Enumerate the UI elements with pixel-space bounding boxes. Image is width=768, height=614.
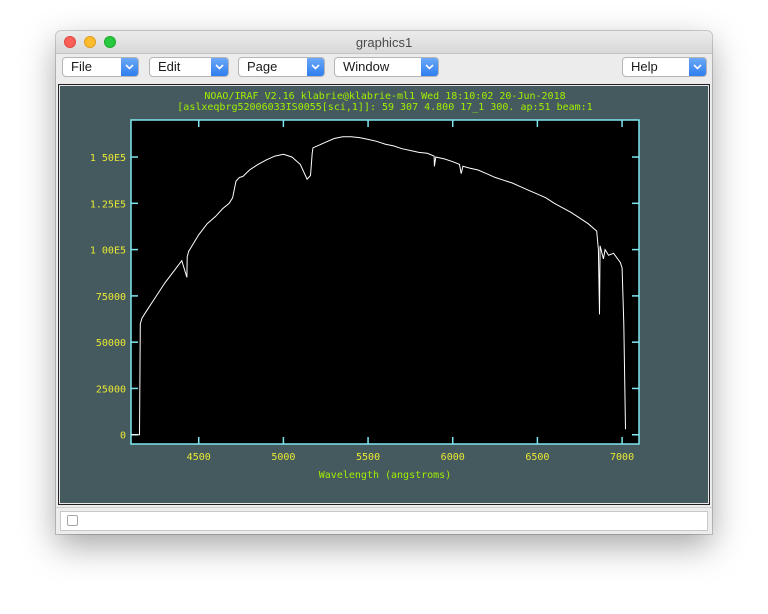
plot-area: [130, 119, 640, 445]
y-tick-label: 75000: [96, 292, 126, 303]
chevron-down-icon: [211, 58, 228, 76]
x-tick-label: 6500: [525, 452, 549, 463]
menu-bar: File Edit Page Window Help: [56, 54, 712, 82]
y-tick-label: 1.25E5: [90, 199, 126, 210]
y-tick-label: 1 50E5: [90, 153, 126, 164]
graphics-canvas[interactable]: NOAO/IRAF V2.16 klabrie@klabrie-ml1 Wed …: [58, 84, 710, 505]
page-menu-label: Page: [247, 59, 278, 74]
y-tick-label: 0: [120, 431, 126, 442]
window-menu-label: Window: [343, 59, 390, 74]
title-bar[interactable]: graphics1: [56, 31, 712, 54]
x-tick-label: 4500: [187, 452, 211, 463]
chevron-down-icon: [689, 58, 706, 76]
file-menu-label: File: [71, 59, 92, 74]
status-bar: [56, 507, 712, 534]
y-tick-label: 1 00E5: [90, 246, 126, 257]
window-menu[interactable]: Window: [334, 57, 439, 77]
chevron-down-icon: [307, 58, 324, 76]
edit-menu-label: Edit: [158, 59, 181, 74]
graphics-window: graphics1 File Edit Page Window Help NOA…: [56, 31, 712, 534]
y-tick-label: 50000: [96, 338, 126, 349]
file-menu[interactable]: File: [62, 57, 139, 77]
x-tick-label: 7000: [610, 452, 634, 463]
edit-menu[interactable]: Edit: [149, 57, 229, 77]
chevron-down-icon: [421, 58, 438, 76]
page-menu[interactable]: Page: [238, 57, 325, 77]
chevron-down-icon: [121, 58, 138, 76]
plot-header-line-1: NOAO/IRAF V2.16 klabrie@klabrie-ml1 Wed …: [204, 91, 565, 102]
plot-header-line-2: [aslxeqbrg52006033IS0055[sci,1]]: 59 307…: [177, 102, 592, 113]
help-menu-label: Help: [631, 59, 658, 74]
x-axis-label: Wavelength (angstroms): [319, 470, 451, 481]
status-checkbox[interactable]: [67, 515, 78, 526]
x-tick-label: 6000: [441, 452, 465, 463]
spectrum-plot[interactable]: NOAO/IRAF V2.16 klabrie@klabrie-ml1 Wed …: [59, 85, 709, 504]
y-tick-label: 25000: [96, 384, 126, 395]
status-field[interactable]: [60, 511, 708, 531]
window-title: graphics1: [355, 35, 413, 50]
x-tick-label: 5500: [356, 452, 380, 463]
x-tick-label: 5000: [271, 452, 295, 463]
help-menu[interactable]: Help: [622, 57, 707, 77]
